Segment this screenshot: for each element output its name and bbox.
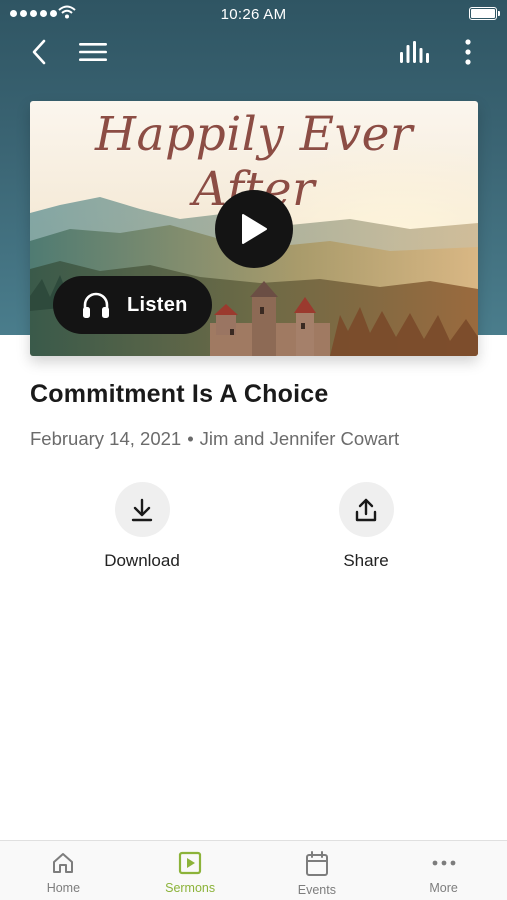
back-button[interactable]: [22, 34, 56, 70]
play-square-icon: [179, 851, 202, 875]
listen-label: Listen: [127, 293, 188, 316]
download-label: Download: [104, 551, 180, 570]
sermon-speakers: Jim and Jennifer Cowart: [199, 428, 400, 449]
calendar-icon: [305, 851, 328, 876]
sermon-title: Commitment Is A Choice: [30, 380, 329, 408]
share-label: Share: [343, 551, 389, 570]
status-time: 10:26 AM: [220, 6, 287, 23]
home-icon: [53, 853, 74, 873]
audio-bars-icon: [400, 41, 429, 63]
listen-button[interactable]: Listen: [53, 276, 212, 334]
status-bar: 10:26 AM: [0, 0, 507, 28]
sermon-date: February 14, 2021: [30, 428, 182, 449]
download-icon: [131, 498, 153, 521]
tab-home[interactable]: Home: [0, 841, 127, 900]
more-dots-icon: [432, 860, 456, 866]
tab-events[interactable]: Events: [254, 841, 381, 900]
share-circle[interactable]: [338, 482, 394, 537]
headphones-icon: [83, 292, 109, 318]
tab-more-label: More: [429, 881, 458, 895]
play-button[interactable]: [215, 190, 293, 268]
tab-bar: Home Sermons Events More: [0, 840, 507, 900]
sermon-artwork[interactable]: Happily Ever After Listen: [30, 101, 478, 356]
tab-home-label: Home: [46, 881, 81, 895]
audio-button[interactable]: [396, 34, 434, 70]
battery-icon: [469, 7, 500, 20]
sermon-meta: February 14, 2021 • Jim and Jennifer Cow…: [30, 428, 399, 450]
play-icon: [242, 214, 267, 244]
share-button[interactable]: Share: [296, 482, 436, 571]
menu-button[interactable]: [76, 34, 110, 70]
tab-sermons[interactable]: Sermons: [127, 841, 254, 900]
tab-events-label: Events: [297, 883, 336, 897]
more-options-button[interactable]: [452, 34, 484, 70]
chevron-left-icon: [32, 39, 46, 65]
tab-more[interactable]: More: [380, 841, 507, 900]
download-button[interactable]: Download: [72, 482, 212, 571]
meta-separator: •: [187, 428, 194, 449]
download-circle[interactable]: [114, 482, 170, 537]
hamburger-icon: [79, 43, 107, 61]
tab-sermons-label: Sermons: [165, 881, 216, 895]
share-icon: [355, 498, 377, 521]
vertical-dots-icon: [465, 39, 471, 65]
